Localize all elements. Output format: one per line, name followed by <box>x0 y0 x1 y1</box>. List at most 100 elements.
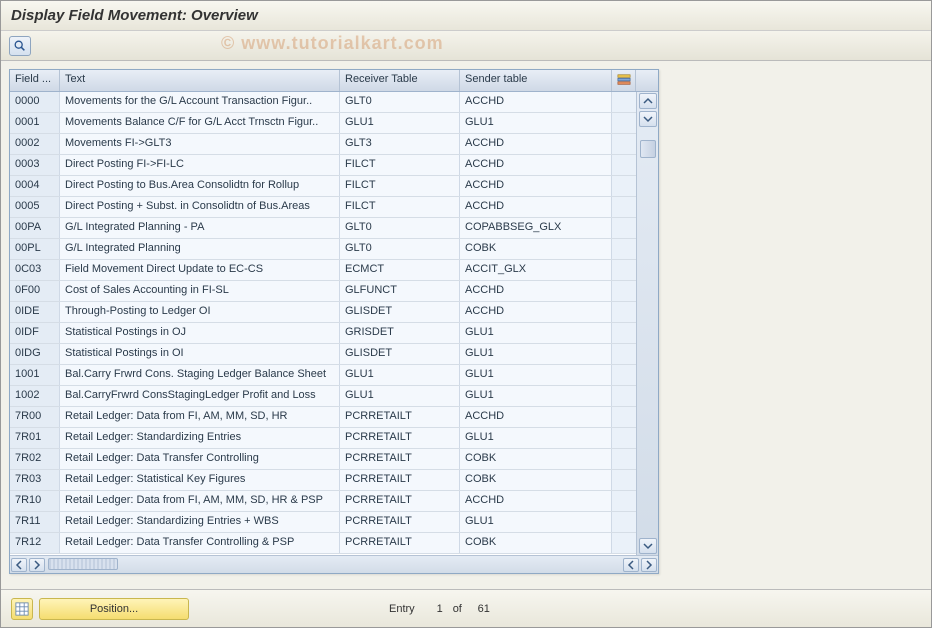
table-row[interactable]: 7R03Retail Ledger: Statistical Key Figur… <box>10 470 636 491</box>
cell-text[interactable]: Field Movement Direct Update to EC-CS <box>60 260 340 280</box>
cell-receiver[interactable]: PCRRETAILT <box>340 491 460 511</box>
cell-text[interactable]: Direct Posting FI->FI-LC <box>60 155 340 175</box>
scroll-down-top-button[interactable] <box>639 111 657 127</box>
cell-receiver[interactable]: PCRRETAILT <box>340 407 460 427</box>
scroll-left-button[interactable] <box>11 558 27 572</box>
cell-sender[interactable]: GLU1 <box>460 323 612 343</box>
cell-text[interactable]: G/L Integrated Planning <box>60 239 340 259</box>
cell-sender[interactable]: ACCHD <box>460 281 612 301</box>
table-row[interactable]: 7R10Retail Ledger: Data from FI, AM, MM,… <box>10 491 636 512</box>
cell-sender[interactable]: ACCHD <box>460 302 612 322</box>
cell-sender[interactable]: GLU1 <box>460 386 612 406</box>
hscroll-thumb[interactable] <box>48 558 118 570</box>
table-row[interactable]: 0IDGStatistical Postings in OIGLISDETGLU… <box>10 344 636 365</box>
scroll-down-button[interactable] <box>639 538 657 554</box>
cell-text[interactable]: Retail Ledger: Data from FI, AM, MM, SD,… <box>60 407 340 427</box>
cell-receiver[interactable]: GLFUNCT <box>340 281 460 301</box>
cell-text[interactable]: Direct Posting + Subst. in Consolidtn of… <box>60 197 340 217</box>
cell-field[interactable]: 0IDG <box>10 344 60 364</box>
cell-text[interactable]: Bal.Carry Frwrd Cons. Staging Ledger Bal… <box>60 365 340 385</box>
cell-receiver[interactable]: GLT0 <box>340 239 460 259</box>
table-view-button[interactable] <box>11 598 33 620</box>
cell-field[interactable]: 00PA <box>10 218 60 238</box>
cell-receiver[interactable]: GLU1 <box>340 386 460 406</box>
table-row[interactable]: 7R01Retail Ledger: Standardizing Entries… <box>10 428 636 449</box>
cell-text[interactable]: Retail Ledger: Standardizing Entries <box>60 428 340 448</box>
cell-field[interactable]: 1001 <box>10 365 60 385</box>
table-row[interactable]: 7R12Retail Ledger: Data Transfer Control… <box>10 533 636 554</box>
cell-receiver[interactable]: GLISDET <box>340 302 460 322</box>
table-row[interactable]: 0003Direct Posting FI->FI-LCFILCTACCHD <box>10 155 636 176</box>
details-button[interactable] <box>9 36 31 56</box>
cell-text[interactable]: Retail Ledger: Standardizing Entries + W… <box>60 512 340 532</box>
cell-sender[interactable]: ACCHD <box>460 134 612 154</box>
cell-receiver[interactable]: ECMCT <box>340 260 460 280</box>
cell-receiver[interactable]: FILCT <box>340 176 460 196</box>
cell-receiver[interactable]: GLU1 <box>340 365 460 385</box>
table-row[interactable]: 7R00Retail Ledger: Data from FI, AM, MM,… <box>10 407 636 428</box>
table-row[interactable]: 00PLG/L Integrated PlanningGLT0COBK <box>10 239 636 260</box>
position-button[interactable]: Position... <box>39 598 189 620</box>
cell-sender[interactable]: GLU1 <box>460 365 612 385</box>
cell-text[interactable]: Statistical Postings in OI <box>60 344 340 364</box>
horizontal-scrollbar[interactable] <box>10 555 658 573</box>
cell-sender[interactable]: COBK <box>460 449 612 469</box>
scroll-left-end-button[interactable] <box>623 558 639 572</box>
table-row[interactable]: 0001Movements Balance C/F for G/L Acct T… <box>10 113 636 134</box>
cell-text[interactable]: Cost of Sales Accounting in FI-SL <box>60 281 340 301</box>
cell-field[interactable]: 0004 <box>10 176 60 196</box>
cell-sender[interactable]: ACCHD <box>460 155 612 175</box>
cell-text[interactable]: Movements Balance C/F for G/L Acct Trnsc… <box>60 113 340 133</box>
cell-field[interactable]: 1002 <box>10 386 60 406</box>
cell-sender[interactable]: COBK <box>460 239 612 259</box>
cell-sender[interactable]: GLU1 <box>460 512 612 532</box>
table-row[interactable]: 0C03Field Movement Direct Update to EC-C… <box>10 260 636 281</box>
cell-sender[interactable]: COPABBSEG_GLX <box>460 218 612 238</box>
cell-receiver[interactable]: PCRRETAILT <box>340 449 460 469</box>
cell-sender[interactable]: ACCHD <box>460 176 612 196</box>
cell-field[interactable]: 00PL <box>10 239 60 259</box>
cell-text[interactable]: Movements FI->GLT3 <box>60 134 340 154</box>
table-row[interactable]: 0IDFStatistical Postings in OJGRISDETGLU… <box>10 323 636 344</box>
col-header-text[interactable]: Text <box>60 70 340 91</box>
cell-sender[interactable]: ACCHD <box>460 197 612 217</box>
table-row[interactable]: 0F00Cost of Sales Accounting in FI-SLGLF… <box>10 281 636 302</box>
cell-sender[interactable]: GLU1 <box>460 428 612 448</box>
cell-text[interactable]: Movements for the G/L Account Transactio… <box>60 92 340 112</box>
cell-field[interactable]: 7R11 <box>10 512 60 532</box>
cell-text[interactable]: Retail Ledger: Data Transfer Controlling <box>60 449 340 469</box>
cell-text[interactable]: Retail Ledger: Data from FI, AM, MM, SD,… <box>60 491 340 511</box>
cell-sender[interactable]: ACCHD <box>460 92 612 112</box>
cell-receiver[interactable]: PCRRETAILT <box>340 428 460 448</box>
table-row[interactable]: 0002Movements FI->GLT3GLT3ACCHD <box>10 134 636 155</box>
cell-sender[interactable]: ACCHD <box>460 407 612 427</box>
cell-sender[interactable]: GLU1 <box>460 113 612 133</box>
cell-receiver[interactable]: GLU1 <box>340 113 460 133</box>
cell-field[interactable]: 0F00 <box>10 281 60 301</box>
cell-text[interactable]: Retail Ledger: Data Transfer Controlling… <box>60 533 340 553</box>
table-configure-button[interactable] <box>612 70 636 91</box>
cell-field[interactable]: 0001 <box>10 113 60 133</box>
col-header-sender[interactable]: Sender table <box>460 70 612 91</box>
cell-text[interactable]: Statistical Postings in OJ <box>60 323 340 343</box>
cell-sender[interactable]: COBK <box>460 533 612 553</box>
table-row[interactable]: 0IDEThrough-Posting to Ledger OIGLISDETA… <box>10 302 636 323</box>
scroll-right-step-button[interactable] <box>29 558 45 572</box>
cell-receiver[interactable]: FILCT <box>340 197 460 217</box>
cell-sender[interactable]: ACCIT_GLX <box>460 260 612 280</box>
cell-sender[interactable]: COBK <box>460 470 612 490</box>
cell-field[interactable]: 7R01 <box>10 428 60 448</box>
cell-sender[interactable]: ACCHD <box>460 491 612 511</box>
col-header-receiver[interactable]: Receiver Table <box>340 70 460 91</box>
cell-field[interactable]: 0C03 <box>10 260 60 280</box>
cell-text[interactable]: Bal.CarryFrwrd ConsStagingLedger Profit … <box>60 386 340 406</box>
cell-text[interactable]: Through-Posting to Ledger OI <box>60 302 340 322</box>
cell-field[interactable]: 0002 <box>10 134 60 154</box>
cell-field[interactable]: 7R00 <box>10 407 60 427</box>
table-row[interactable]: 7R02Retail Ledger: Data Transfer Control… <box>10 449 636 470</box>
cell-receiver[interactable]: GRISDET <box>340 323 460 343</box>
cell-field[interactable]: 7R03 <box>10 470 60 490</box>
cell-field[interactable]: 0IDF <box>10 323 60 343</box>
hscroll-track[interactable] <box>46 558 622 572</box>
cell-field[interactable]: 0000 <box>10 92 60 112</box>
